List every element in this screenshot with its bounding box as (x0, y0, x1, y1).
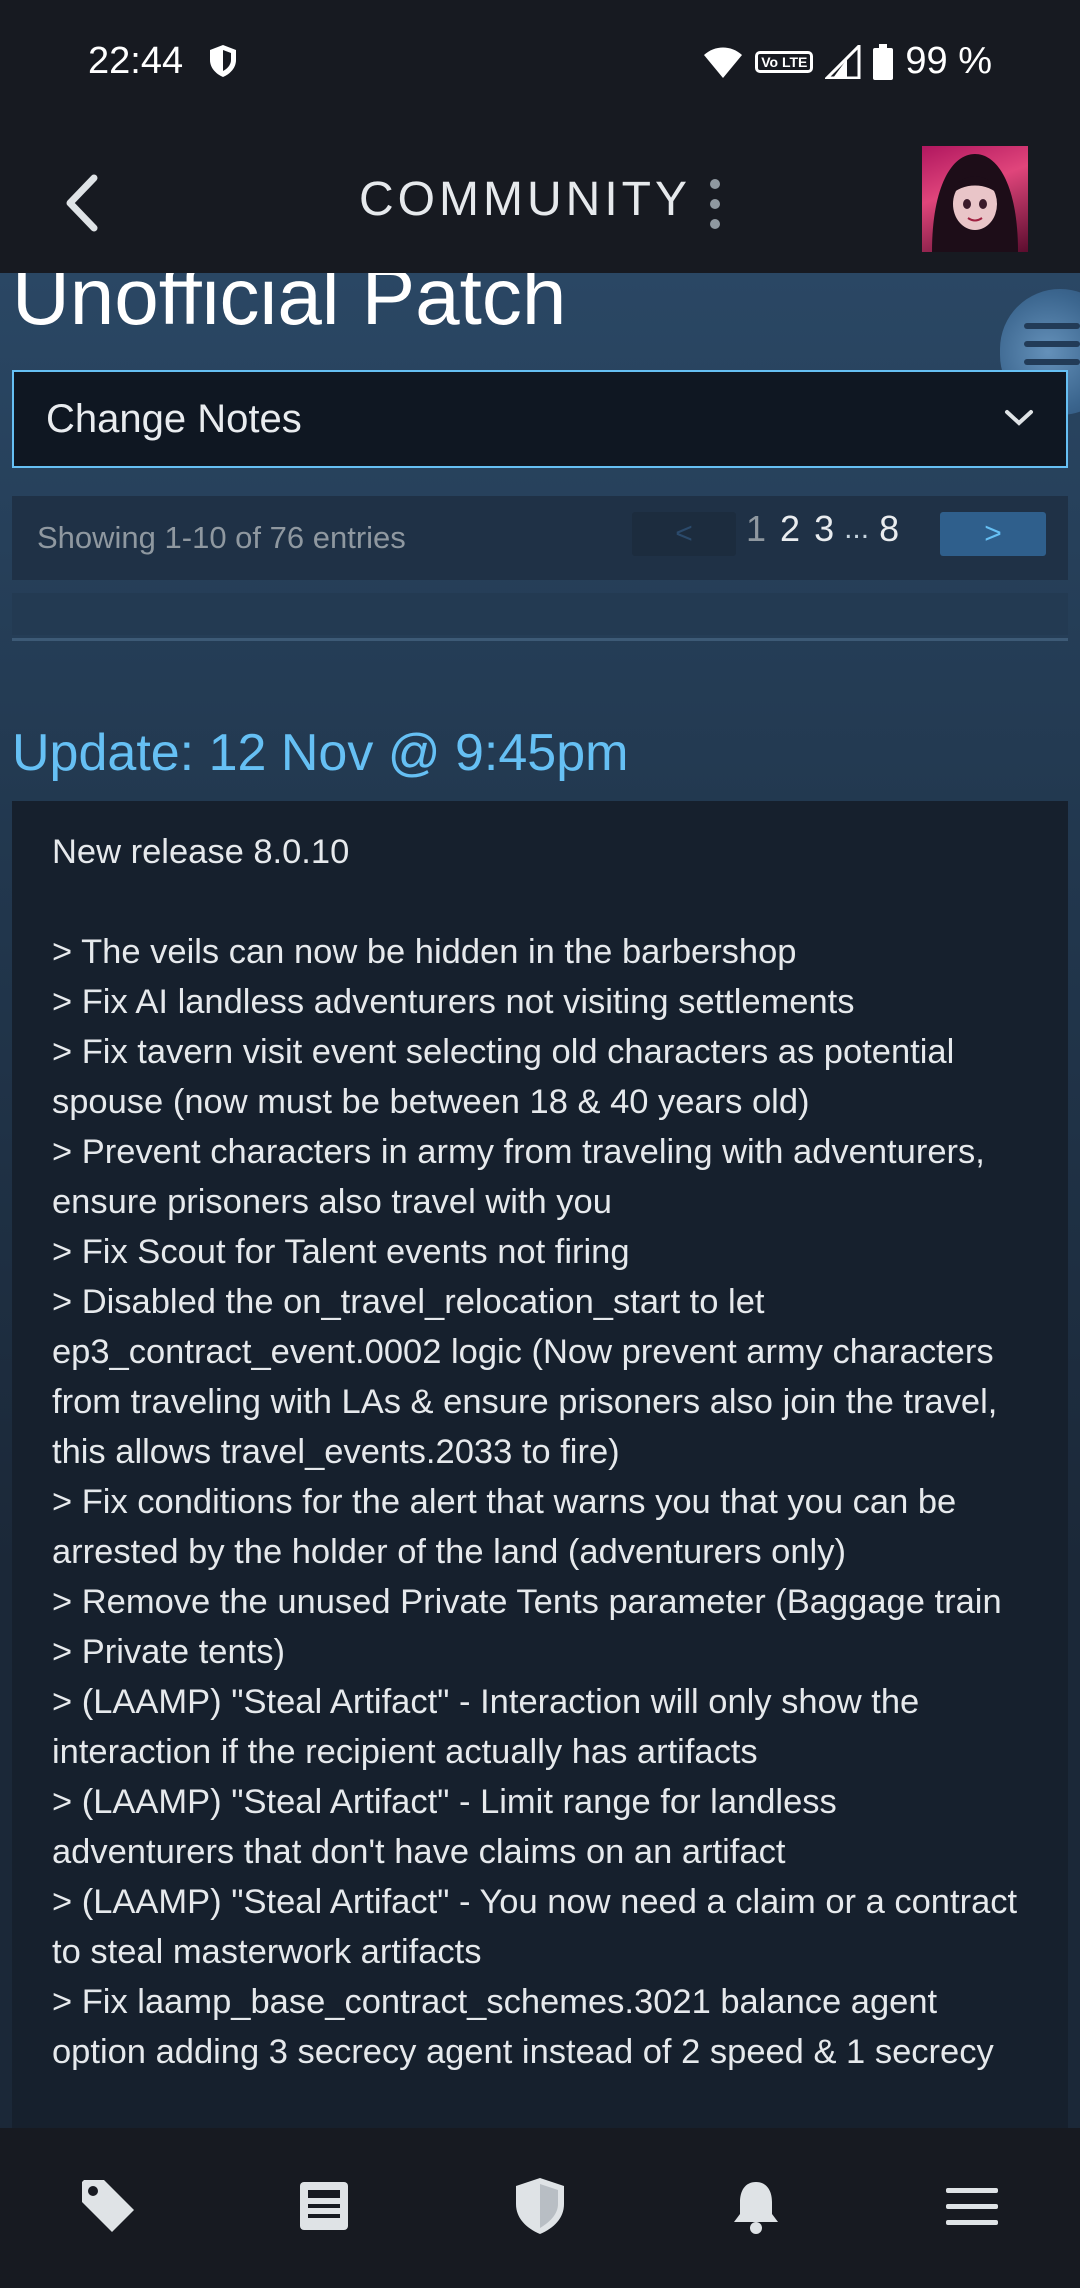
page-ellipsis: ... (844, 512, 870, 545)
page-link-1[interactable]: 1 (746, 508, 766, 550)
prev-page-button[interactable]: < (632, 512, 736, 556)
entries-count: Showing 1-10 of 76 entries (37, 520, 406, 555)
pagination-strip (12, 593, 1068, 635)
change-notes-body: New release 8.0.10 > The veils can now b… (12, 801, 1068, 2128)
vpn-shield-icon (210, 45, 236, 77)
signal-icon (825, 44, 861, 79)
page-link-8[interactable]: 8 (879, 508, 899, 550)
page-title: Unofficial Patch (12, 273, 567, 341)
tag-icon[interactable] (78, 2176, 138, 2236)
release-title: New release 8.0.10 (52, 833, 350, 871)
battery-icon (873, 43, 894, 80)
menu-icon[interactable] (942, 2176, 1002, 2236)
chevron-down-icon (1005, 410, 1033, 426)
user-avatar[interactable] (922, 146, 1028, 252)
battery-percent: 99 % (905, 40, 992, 82)
wifi-icon (704, 47, 743, 78)
news-icon[interactable] (294, 2176, 354, 2236)
section-dropdown[interactable]: Change Notes (12, 370, 1068, 468)
note-line: > Fix conditions for the alert that warn… (52, 1483, 957, 1571)
note-line: > Fix AI landless adventurers not visiti… (52, 983, 855, 1021)
app-header: COMMUNITY (0, 128, 1080, 273)
note-line: > Prevent characters in army from travel… (52, 1133, 985, 1221)
note-line: > (LAAMP) "Steal Artifact" - Limit range… (52, 1783, 837, 1871)
update-header: Update: 12 Nov @ 9:45pm (12, 724, 629, 782)
volte-icon: Vo LTE (755, 50, 814, 73)
note-line: > Remove the unused Private Tents parame… (52, 1583, 1002, 1671)
page-link-2[interactable]: 2 (780, 508, 800, 550)
note-line: > Disabled the on_travel_relocation_star… (52, 1283, 998, 1471)
note-line: > (LAAMP) "Steal Artifact" - You now nee… (52, 1883, 1018, 1971)
header-title: COMMUNITY (359, 173, 691, 226)
note-line: > The veils can now be hidden in the bar… (52, 933, 797, 971)
page-numbers: 1 2 3 ... 8 (746, 508, 899, 550)
more-options-icon[interactable] (700, 174, 730, 234)
section-divider (12, 638, 1068, 641)
next-page-button[interactable]: > (940, 512, 1046, 556)
status-bar: 22:44 Vo LTE 99 % (0, 0, 1080, 128)
note-line: > Fix Scout for Talent events not firing (52, 1233, 630, 1271)
page-link-3[interactable]: 3 (814, 508, 834, 550)
status-indicators: Vo LTE 99 % (703, 40, 992, 83)
note-line: > Fix tavern visit event selecting old c… (52, 1033, 955, 1121)
shield-icon[interactable] (510, 2176, 570, 2236)
note-line: > Fix laamp_base_contract_schemes.3021 b… (52, 1983, 994, 2071)
bell-icon[interactable] (726, 2176, 786, 2236)
pagination-bar: Showing 1-10 of 76 entries < 1 2 3 ... 8… (12, 496, 1068, 580)
bottom-nav (0, 2128, 1080, 2288)
note-line: > (LAAMP) "Steal Artifact" - Interaction… (52, 1683, 920, 1771)
floating-menu-icon (1024, 323, 1080, 377)
workshop-content: Unofficial Patch Change Notes Showing 1-… (0, 273, 1080, 2128)
status-time: 22:44 (88, 40, 184, 82)
dropdown-selected: Change Notes (46, 396, 302, 441)
